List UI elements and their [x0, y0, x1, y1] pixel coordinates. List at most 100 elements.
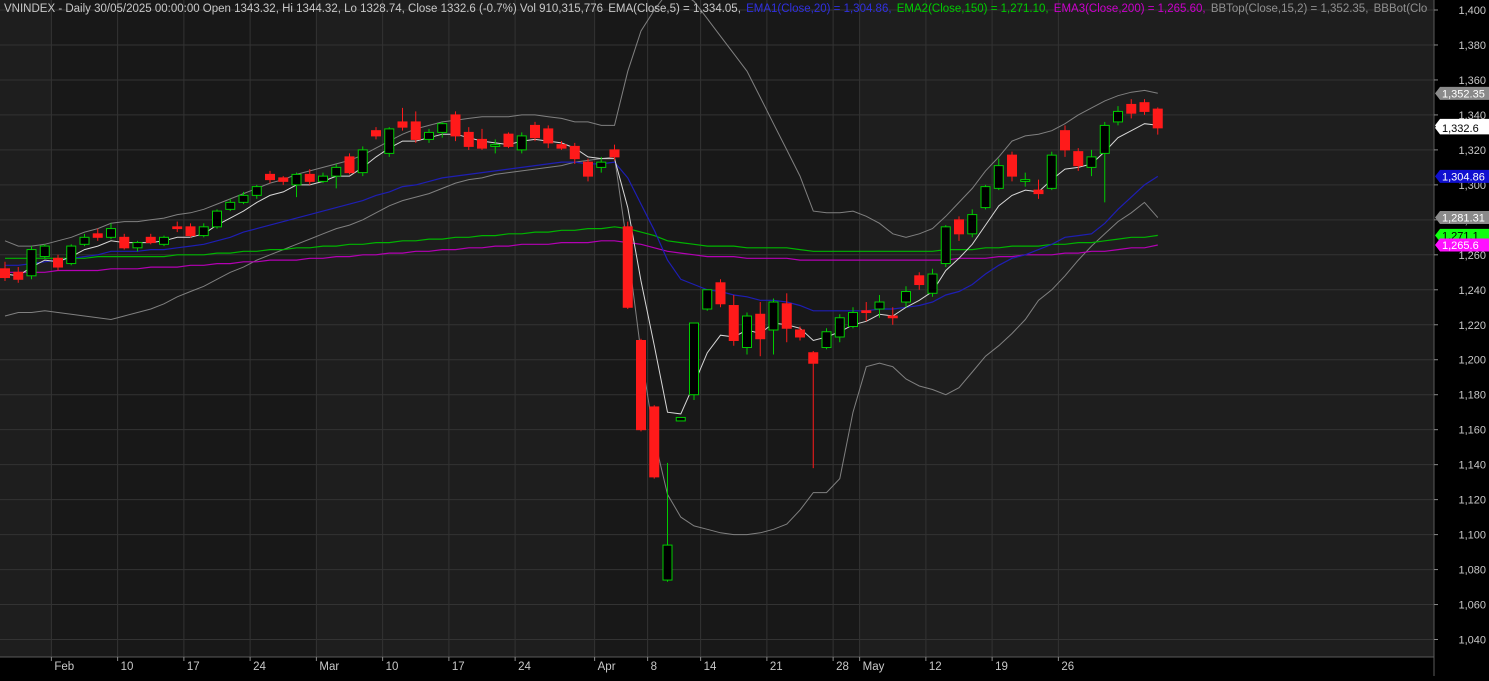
chart-header: VNINDEX - Daily 30/05/2025 00:00:00 Open…	[4, 3, 1427, 15]
x-tick-label: 10	[121, 661, 134, 673]
price-label-text: 1,265.6	[1442, 240, 1479, 252]
header-ema2: EMA2(Close,150) = 1,271.10,	[897, 3, 1049, 15]
candle-body-down	[887, 315, 898, 319]
header-ema3: EMA3(Close,200) = 1,265.60,	[1054, 3, 1206, 15]
candle-body-down	[728, 305, 739, 341]
candle-body-down	[649, 406, 660, 478]
period-band	[316, 0, 595, 657]
price-label-text: 1,332.6	[1442, 123, 1479, 135]
header-ema: EMA(Close,5) = 1,334.05,	[608, 3, 741, 15]
candle-body-down	[304, 173, 315, 182]
y-tick-label: 1,140	[1458, 460, 1486, 472]
candle-body-up	[689, 322, 699, 396]
candle-body-down	[463, 131, 474, 147]
y-tick-label: 1,040	[1458, 635, 1486, 647]
candle-body-up	[490, 144, 501, 147]
period-band	[859, 0, 1434, 657]
candle-body-up	[980, 186, 991, 209]
period-band	[594, 0, 860, 657]
candle-body-up	[1086, 156, 1097, 168]
candle-body-up	[662, 544, 673, 581]
candle-body-down	[609, 149, 620, 158]
candle-body-down	[808, 352, 819, 364]
y-tick-label: 1,380	[1458, 40, 1486, 52]
candle-body-up	[848, 312, 858, 328]
candle-body-up	[821, 331, 832, 348]
candle-body-up	[1113, 110, 1123, 123]
y-tick-label: 1,320	[1458, 145, 1486, 157]
candle-body-down	[371, 130, 381, 137]
candle-body-up	[384, 128, 395, 154]
y-tick-label: 1,060	[1458, 600, 1486, 612]
candle	[702, 289, 713, 311]
candle	[675, 416, 686, 422]
candle-body-down	[344, 156, 355, 174]
candle-body-down	[1073, 151, 1084, 167]
candle-body-down	[53, 257, 63, 268]
chart-canvas[interactable]: 1,040 1,060 1,080 1,100 1,120 1,140 1,160 1,180…	[0, 0, 1489, 676]
candle	[26, 246, 37, 280]
price-label: 1,281.31	[1435, 211, 1489, 225]
y-tick-label: 1,400	[1458, 5, 1486, 17]
candle-body-up	[106, 228, 116, 238]
candle-body-down	[1139, 102, 1150, 112]
candle-body-up	[291, 173, 302, 186]
x-tick-label: 17	[187, 661, 200, 673]
candle-body-down	[569, 145, 580, 160]
candle	[66, 244, 77, 266]
candle-body-up	[834, 317, 845, 338]
candle	[159, 235, 169, 247]
price-label-text: 1,281.31	[1442, 213, 1485, 225]
price-label: 1,265.6	[1435, 238, 1489, 252]
x-tick-label: 10	[386, 661, 399, 673]
candle-body-down	[530, 124, 540, 139]
y-tick-label: 1,080	[1458, 565, 1486, 577]
candle-body-down	[119, 236, 130, 249]
x-tick-label: Apr	[598, 661, 616, 673]
candle-body-down	[755, 313, 766, 340]
candle-body-up	[331, 166, 342, 177]
candle-body-up	[516, 135, 527, 151]
candle-body-down	[503, 133, 514, 147]
candle	[357, 146, 368, 177]
candle	[821, 328, 832, 350]
candle-body-up	[251, 186, 262, 196]
price-label: 1,304.86	[1435, 169, 1489, 183]
stock-chart[interactable]: 1,040 1,060 1,080 1,100 1,120 1,140 1,160 1,180…	[0, 0, 1489, 676]
candle	[649, 405, 660, 479]
y-tick-label: 1,180	[1458, 390, 1486, 402]
candle-body-up	[132, 242, 143, 249]
candle-body-up	[66, 245, 77, 265]
candle-body-up	[357, 149, 368, 174]
candle-body-down	[1060, 130, 1070, 151]
price-label: 1,352.35	[1435, 86, 1489, 100]
x-tick-label: Feb	[54, 661, 74, 673]
y-tick-label: 1,200	[1458, 355, 1486, 367]
x-tick-label: 12	[929, 661, 942, 673]
candle	[636, 338, 646, 432]
candle-body-up	[702, 289, 713, 310]
candle-body-up	[940, 226, 951, 265]
candle-body-up	[675, 416, 686, 422]
candle-body-down	[715, 282, 726, 305]
candle-body-up	[993, 165, 1004, 189]
candle-body-up	[437, 123, 448, 133]
candle-body-up	[768, 301, 779, 331]
x-tick-label: 26	[1061, 661, 1074, 673]
y-tick-label: 1,120	[1458, 495, 1486, 507]
candle	[503, 132, 514, 149]
candle-body-down	[410, 121, 421, 140]
candle-body-down	[636, 339, 646, 431]
x-tick-label: 24	[253, 661, 266, 673]
candle-body-up	[212, 210, 222, 228]
y-tick-label: 1,240	[1458, 285, 1486, 297]
candle	[1046, 151, 1057, 191]
x-tick-label: May	[863, 661, 885, 673]
price-label-text: 1,352.35	[1442, 88, 1485, 100]
candle	[39, 244, 50, 259]
candle-body-down	[795, 329, 805, 338]
candle-body-up	[1099, 124, 1110, 154]
candle-body-down	[1007, 154, 1017, 177]
candle	[384, 127, 395, 157]
candle-body-down	[397, 121, 408, 128]
